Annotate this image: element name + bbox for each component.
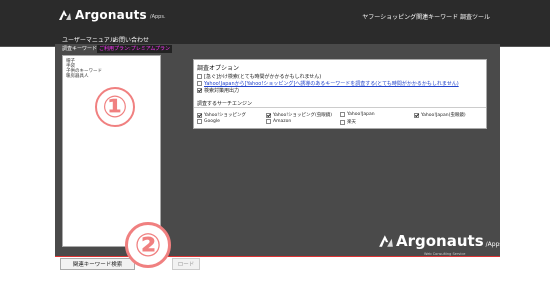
engine-checkbox[interactable] [266, 112, 271, 118]
engine-option[interactable]: Yahoo!Japan(虫眼鏡) [414, 112, 466, 118]
footer-logo: Argonauts /Apps. [378, 232, 504, 250]
option-checkbox[interactable] [197, 88, 202, 93]
argonauts-logo-icon [379, 235, 393, 247]
option-link[interactable]: Yahoo!Japanから[Yahoo!ショッピング]へ誘導のあるキーワードを調… [204, 80, 459, 87]
annotation-marker-1: ① [95, 87, 135, 127]
engine-label: Google [204, 119, 220, 124]
engine-option[interactable]: Amazon [266, 119, 291, 124]
options-panel: 調査オプション [急ぐ]かけ検索(とても時間がかかるかもしれません) Yahoo… [193, 59, 487, 129]
download-button[interactable]: ロード [172, 258, 200, 270]
logo-name: Argonauts [75, 8, 147, 22]
engines-title: 調査するサーチエンジン [197, 101, 253, 107]
engine-option[interactable]: Yahoo!ショッピング [197, 112, 246, 118]
engine-checkbox[interactable] [340, 119, 345, 125]
app-title: ヤフーショッピング関連キーワード 調査ツール [362, 14, 490, 21]
engine-label: Amazon [273, 119, 292, 124]
option-row[interactable]: Yahoo!Japanから[Yahoo!ショッピング]へ誘導のあるキーワードを調… [197, 80, 459, 87]
engine-label: Yahoo!ショッピング [204, 113, 247, 118]
engine-label: Yahoo!Japan [347, 112, 375, 117]
engine-option[interactable]: 楽天 [340, 119, 356, 125]
option-label: 検索対策用出力 [204, 88, 240, 94]
keyword-search-button[interactable]: 関連キーワード検索 [60, 258, 135, 270]
engine-checkbox[interactable] [414, 112, 419, 118]
engine-option[interactable]: Yahoo!ショッピング(虫眼鏡) [266, 112, 332, 118]
divider [194, 107, 486, 108]
keyword-input[interactable]: 帽子 手袋 子供のキーワード 暖房器具人 [62, 55, 161, 247]
menu-link-manual[interactable]: ユーザーマニュアル [62, 35, 116, 44]
option-checkbox[interactable] [197, 81, 202, 86]
keyword-tabs: 調査キーワード ご利用プラン:プレミアムプラン [62, 45, 173, 53]
argonauts-logo-icon [59, 10, 71, 20]
keyword-tab-label: 調査キーワード [62, 46, 98, 52]
logo[interactable]: Argonauts /Apps. [58, 5, 166, 25]
engine-label: Yahoo!Japan(虫眼鏡) [421, 113, 466, 118]
option-label: [急ぐ]かけ検索(とても時間がかかるかもしれません) [204, 74, 322, 80]
divider-line [55, 256, 500, 257]
engine-option[interactable]: Yahoo!Japan [340, 112, 375, 117]
option-row[interactable]: [急ぐ]かけ検索(とても時間がかかるかもしれません) [197, 73, 321, 80]
option-row[interactable]: 検索対策用出力 [197, 87, 239, 94]
footer-logo-name: Argonauts [396, 232, 484, 250]
engine-label: 楽天 [347, 120, 356, 125]
keyword-line: 暖房器具人 [66, 74, 89, 79]
annotation-marker-2: ② [125, 222, 171, 268]
engine-label: Yahoo!ショッピング(虫眼鏡) [273, 113, 333, 118]
engine-checkbox[interactable] [340, 112, 345, 117]
engine-checkbox[interactable] [197, 119, 202, 124]
engine-checkbox[interactable] [266, 119, 271, 124]
footer-logo-sub: /Apps. [485, 240, 505, 248]
engine-option[interactable]: Google [197, 119, 220, 124]
logo-sub: /Apps. [149, 14, 166, 20]
engine-checkbox[interactable] [197, 112, 202, 118]
options-title: 調査オプション [197, 65, 240, 72]
menu-link-contact[interactable]: お問い合わせ [113, 35, 149, 44]
option-checkbox[interactable] [197, 74, 202, 79]
plan-badge: ご利用プラン:プレミアムプラン [97, 45, 173, 53]
